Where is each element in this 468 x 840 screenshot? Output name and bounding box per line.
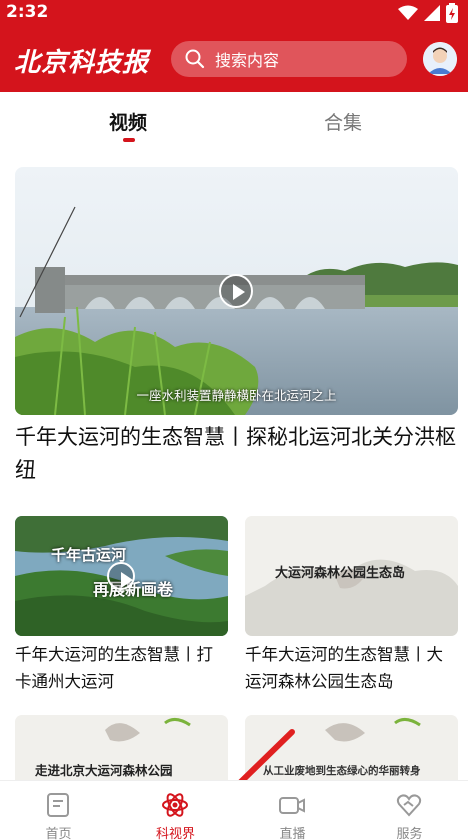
user-avatar[interactable] xyxy=(423,42,457,76)
nav-live[interactable]: 直播 xyxy=(234,781,351,840)
featured-title[interactable]: 千年大运河的生态智慧丨探秘北运河北关分洪枢纽 xyxy=(15,421,458,487)
document-icon xyxy=(47,793,69,817)
video-card-thumbnail[interactable]: 大运河森林公园生态岛 xyxy=(245,516,458,636)
top-header: 2:32 北京科技报 搜索内容 xyxy=(0,0,468,92)
search-icon xyxy=(185,49,205,69)
video-card-title[interactable]: 千年大运河的生态智慧丨大运河森林公园生态岛 xyxy=(245,641,458,695)
bottom-navigation: 首页 科视界 直播 服务 xyxy=(0,780,468,840)
nav-service-label: 服务 xyxy=(396,827,423,840)
battery-icon xyxy=(446,3,458,23)
featured-caption: 一座水利装置静静横卧在北运河之上 xyxy=(136,388,337,403)
card-overlay-line1: 走进北京大运河森林公园 xyxy=(35,763,173,778)
wifi-icon xyxy=(398,5,418,20)
status-bar: 2:32 xyxy=(0,0,468,26)
nav-home-label: 首页 xyxy=(45,827,72,840)
card-overlay-line1: 大运河森林公园生态岛 xyxy=(275,566,406,581)
video-card-thumbnail[interactable]: 千年古运河 再展新画卷 xyxy=(15,516,228,636)
play-icon[interactable] xyxy=(219,274,253,308)
nav-live-label: 直播 xyxy=(279,827,306,840)
heart-service-icon xyxy=(396,794,422,817)
app-bar: 北京科技报 搜索内容 xyxy=(0,30,468,92)
card-overlay-line1: 千年古运河 xyxy=(51,546,127,564)
play-icon[interactable] xyxy=(107,562,135,590)
video-card-title[interactable]: 千年大运河的生态智慧丨打卡通州大运河 xyxy=(15,641,228,695)
status-time: 2:32 xyxy=(6,2,49,22)
signal-icon xyxy=(424,5,440,21)
avatar-icon xyxy=(423,42,457,76)
tab-video[interactable]: 视频 xyxy=(109,108,147,135)
tab-bar: 视频 合集 xyxy=(0,92,468,148)
search-placeholder: 搜索内容 xyxy=(215,51,280,70)
app-logo[interactable]: 北京科技报 xyxy=(14,42,149,79)
nav-home[interactable]: 首页 xyxy=(0,781,117,840)
tab-collection[interactable]: 合集 xyxy=(324,108,362,135)
nav-service[interactable]: 服务 xyxy=(351,781,468,840)
featured-video-thumbnail[interactable]: 一座水利装置静静横卧在北运河之上 xyxy=(15,167,458,415)
nav-science-view[interactable]: 科视界 xyxy=(117,781,234,840)
search-box[interactable]: 搜索内容 xyxy=(171,41,407,77)
nav-science-view-label: 科视界 xyxy=(155,827,195,840)
video-camera-icon xyxy=(279,797,305,814)
active-tab-indicator xyxy=(123,138,135,142)
atom-icon xyxy=(162,793,188,817)
